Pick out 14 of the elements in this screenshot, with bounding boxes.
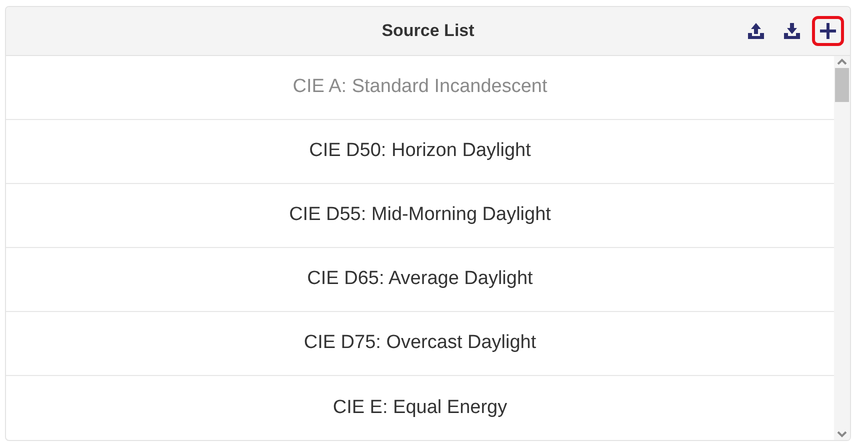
download-icon: [782, 21, 802, 41]
scrollbar[interactable]: [834, 56, 850, 440]
source-item[interactable]: CIE D50: Horizon Daylight: [6, 120, 834, 184]
scrollbar-thumb[interactable]: [835, 68, 849, 102]
scroll-up-icon[interactable]: [837, 58, 847, 66]
source-item[interactable]: CIE D75: Overcast Daylight: [6, 312, 834, 376]
plus-icon: [819, 22, 837, 40]
list-title: Source List: [382, 20, 474, 42]
upload-icon: [746, 21, 766, 41]
add-button[interactable]: [812, 16, 844, 46]
scroll-down-icon[interactable]: [837, 430, 847, 438]
source-item[interactable]: CIE E: Equal Energy: [6, 376, 834, 440]
source-item[interactable]: CIE D65: Average Daylight: [6, 248, 834, 312]
source-item[interactable]: CIE D55: Mid-Morning Daylight: [6, 184, 834, 248]
